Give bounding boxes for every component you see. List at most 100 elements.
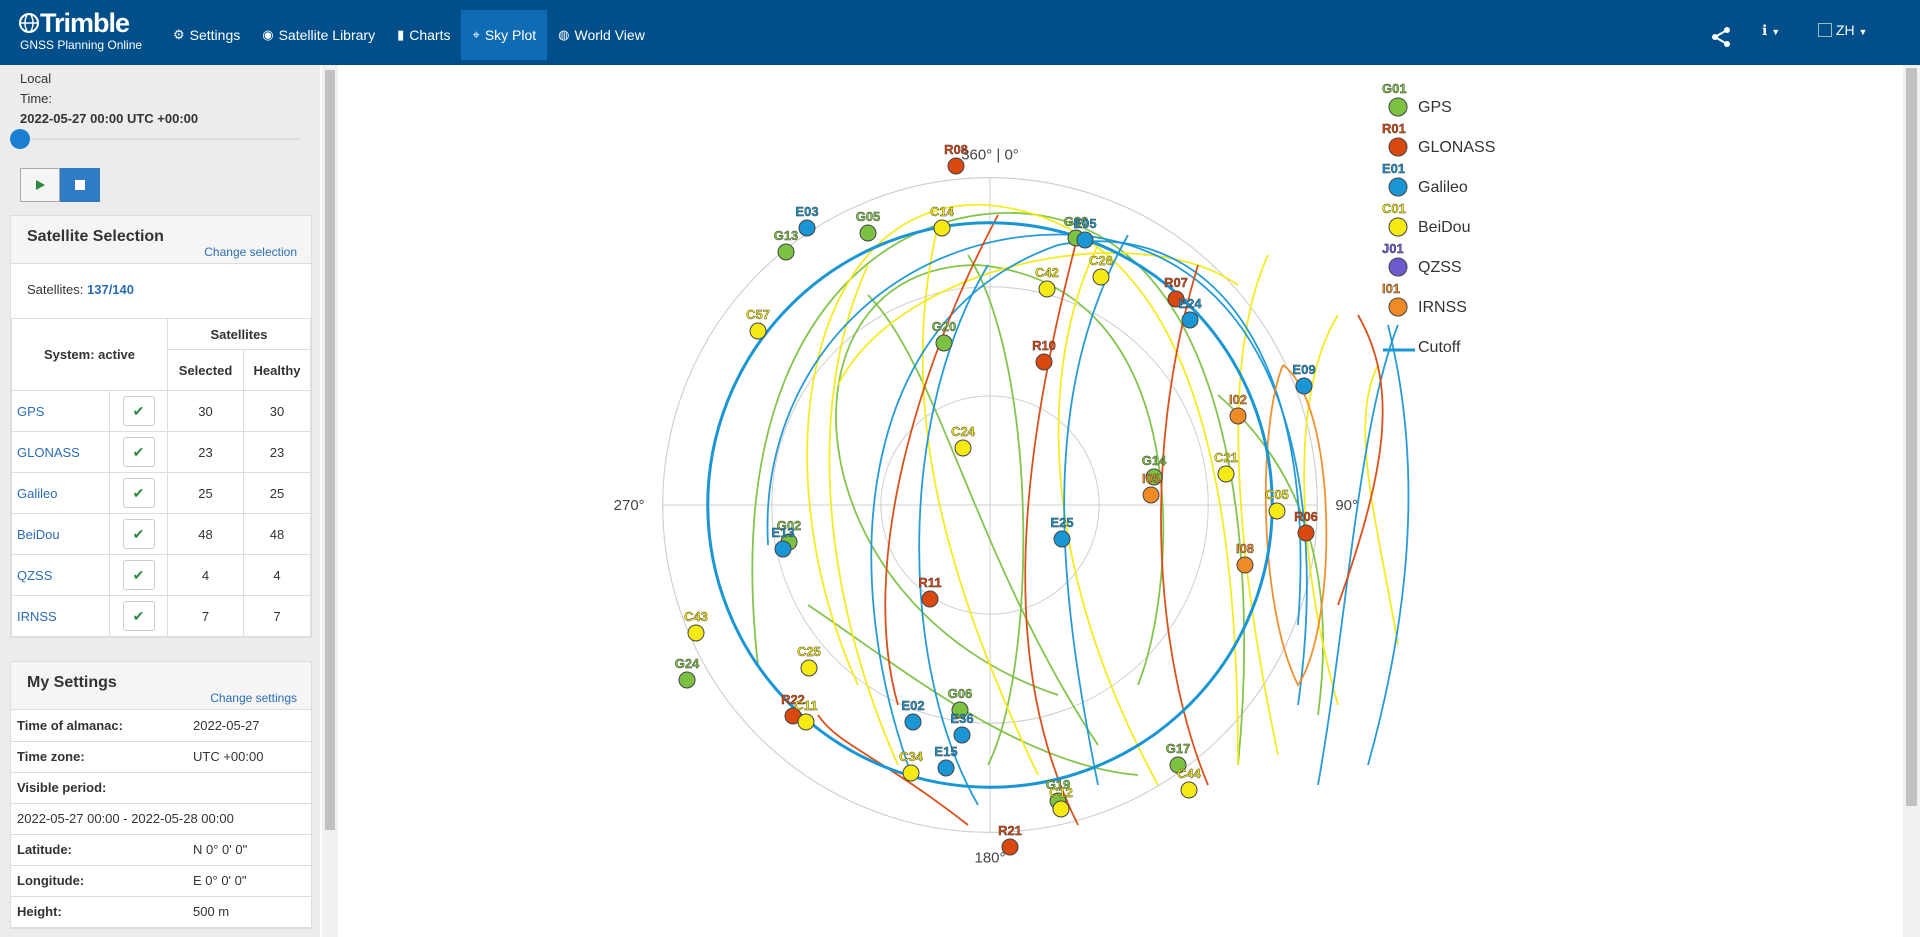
satellite-marker[interactable] [687,624,705,642]
check-icon[interactable]: ✔ [122,560,155,590]
selected-count: 30 [166,390,245,432]
check-icon[interactable]: ✔ [122,601,155,631]
selected-count: 23 [166,431,245,473]
satellite-label: E03 [795,204,818,219]
settings-row: Time of almanac: 2022-05-27 [11,710,311,742]
satellite-track [967,254,1025,766]
satellite-marker[interactable] [902,764,920,782]
satellite-marker[interactable] [1181,311,1199,329]
satellite-marker[interactable] [798,219,816,237]
satellite-marker[interactable] [1142,486,1160,504]
time-slider-handle[interactable] [10,129,30,149]
system-name-link[interactable]: BeiDou [11,513,110,555]
nav-label: Charts [409,27,451,43]
change-settings-link[interactable]: Change settings [210,691,297,705]
satellite-marker[interactable] [749,322,767,340]
system-name-link[interactable]: IRNSS [11,595,110,637]
satellite-marker[interactable] [1297,524,1315,542]
page-scrollbar-thumb[interactable] [1906,68,1917,806]
time-value: 2022-05-27 00:00 UTC +00:00 [20,111,199,126]
panel-header: Satellite Selection Change selection [11,216,311,264]
system-checkbox-cell: ✔ [109,513,168,555]
legend-label: QZSS [1418,259,1462,276]
system-name-link[interactable]: GPS [11,390,110,432]
satellites-count-label: Satellites: [27,282,84,297]
settings-row: Latitude: N 0° 0' 0" [11,834,311,866]
satellite-marker[interactable] [1236,556,1254,574]
system-checkbox-cell: ✔ [109,431,168,473]
legend-marker [1388,177,1408,197]
satellite-marker[interactable] [904,713,922,731]
time-slider-track[interactable] [20,138,300,140]
share-icon[interactable] [1710,26,1732,48]
satellite-marker[interactable] [1268,502,1286,520]
stop-icon [75,180,85,190]
legend-code: R01 [1382,121,1406,136]
satellite-marker[interactable] [1092,268,1110,286]
satellite-label: C44 [1177,766,1202,781]
time-block: Local Time: 2022-05-27 00:00 UTC +00:00 [20,69,198,129]
panel-title: Satellite Selection [27,228,164,245]
satellite-marker[interactable] [933,219,951,237]
stop-button[interactable] [60,168,100,202]
satellite-marker[interactable] [953,726,971,744]
check-icon[interactable]: ✔ [122,478,155,508]
legend-label: GLONASS [1418,139,1495,156]
satellite-label: I05 [1142,471,1160,486]
satellite-marker[interactable] [1035,353,1053,371]
satellite-label: C05 [1265,487,1289,502]
main-nav: ⚙ Settings ◉ Satellite Library ▮ Charts ⌖ Sky P… [162,10,656,60]
satellite-marker[interactable] [800,659,818,677]
satellite-label: E15 [934,744,957,759]
nav-settings[interactable]: ⚙ Settings [162,10,251,60]
satellite-label: C43 [684,609,708,624]
satellite-label: E02 [901,698,924,713]
nav-satellite-library[interactable]: ◉ Satellite Library [251,10,386,60]
settings-key: Longitude: [11,865,187,897]
satellite-marker[interactable] [921,590,939,608]
satellite-marker[interactable] [935,334,953,352]
play-button[interactable] [20,168,60,202]
nav-charts[interactable]: ▮ Charts [386,10,461,60]
satellite-label: C25 [797,644,821,659]
satellite-marker[interactable] [859,224,877,242]
satellite-marker[interactable] [1217,465,1235,483]
satellite-marker[interactable] [947,157,965,175]
language-dropdown[interactable]: ZH ▼ [1818,22,1867,38]
healthy-count: 4 [243,554,311,596]
check-icon[interactable]: ✔ [122,396,155,426]
system-name-link[interactable]: QZSS [11,554,110,596]
satellite-marker[interactable] [1001,838,1019,856]
panel-title: My Settings [27,674,117,691]
settings-key: Time of almanac: [11,710,187,742]
gear-icon: ⚙ [173,27,185,42]
satellite-marker[interactable] [937,759,955,777]
satellite-marker[interactable] [777,243,795,261]
nav-world-view[interactable]: ◍ World View [547,10,656,60]
sidebar-scrollbar-thumb[interactable] [325,70,335,830]
satellite-marker[interactable] [1076,231,1094,249]
satellite-marker[interactable] [797,713,815,731]
info-dropdown[interactable]: ℹ ▼ [1762,22,1780,39]
trimble-logo[interactable]: Trimble GNSS Planning Online [18,8,148,58]
change-selection-link[interactable]: Change selection [204,245,297,259]
system-name-link[interactable]: GLONASS [11,431,110,473]
satellite-marker[interactable] [1229,407,1247,425]
satellite-marker[interactable] [1180,781,1198,799]
nav-label: Satellite Library [278,27,376,43]
system-name-link[interactable]: Galileo [11,472,110,514]
satellite-marker[interactable] [774,540,792,558]
satellite-label: G14 [1142,453,1167,468]
satellite-marker[interactable] [1295,377,1313,395]
satellite-marker[interactable] [954,439,972,457]
satellite-marker[interactable] [1052,800,1070,818]
satellite-marker[interactable] [1053,530,1071,548]
settings-table: Time of almanac: 2022-05-27 Time zone: UTC … [11,710,311,928]
info-icon: ℹ [1762,22,1768,38]
check-icon[interactable]: ✔ [122,437,155,467]
check-icon[interactable]: ✔ [122,519,155,549]
satellite-marker[interactable] [678,671,696,689]
satellite-marker[interactable] [1038,280,1056,298]
nav-sky-plot[interactable]: ⌖ Sky Plot [461,10,548,60]
settings-row: Visible period: [11,772,311,804]
